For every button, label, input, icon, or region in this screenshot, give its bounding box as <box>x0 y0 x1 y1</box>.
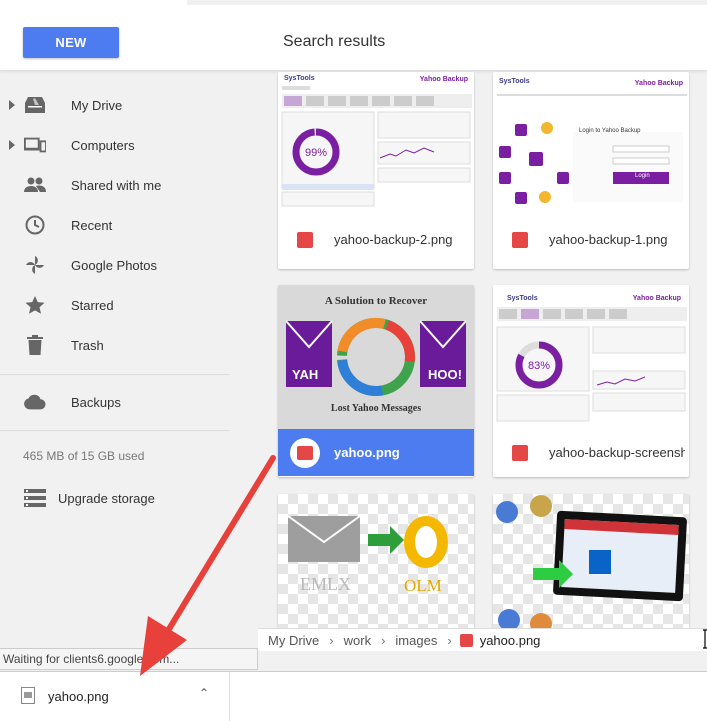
image-icon <box>512 444 528 461</box>
login-button: Login <box>635 173 650 179</box>
file-thumbnail: SysTools Yahoo Backup 83% <box>493 285 689 429</box>
download-shelf: yahoo.png ⌃ <box>0 671 707 721</box>
divider <box>0 430 230 431</box>
file-icon <box>21 687 35 704</box>
systools-logo: SysTools <box>499 78 530 85</box>
thumbnail-headline: A Solution to Recover <box>324 295 428 307</box>
breadcrumb-item[interactable]: images <box>395 633 437 648</box>
download-file-name: yahoo.png <box>48 689 109 704</box>
file-caption: yahoo-backup-2.png <box>278 216 474 263</box>
star-icon <box>24 294 46 316</box>
upgrade-storage-label: Upgrade storage <box>58 490 155 506</box>
sidebar-item-label: Recent <box>71 217 113 233</box>
file-caption: yahoo-backup-screenshot.png <box>493 429 689 476</box>
sidebar-item-label: Starred <box>71 297 114 313</box>
file-name: yahoo-backup-1.png <box>549 232 668 247</box>
breadcrumb: My Drive › work › images › yahoo.png <box>258 628 707 651</box>
chevron-right-icon: › <box>381 632 386 648</box>
file-card[interactable]: SysTools Yahoo Backup 99% yahoo-backup-2… <box>278 72 474 269</box>
systools-logo: SysTools <box>284 75 315 82</box>
olm-label: OLM <box>404 576 442 595</box>
file-thumbnail: EMLX OLM <box>278 494 474 638</box>
app-title: Yahoo Backup <box>634 80 683 87</box>
divider <box>0 374 230 375</box>
file-name: yahoo-backup-screenshot.png <box>549 445 685 460</box>
search-bar-edge <box>187 0 707 5</box>
file-card[interactable]: SysTools Yahoo Backup 83% yahoo-backup-s… <box>493 285 689 477</box>
sidebar: My Drive Computers Shared with me Recent… <box>0 70 248 650</box>
image-icon <box>290 437 320 468</box>
sidebar-item-shared-with-me[interactable]: Shared with me <box>0 165 248 205</box>
systools-logo: SysTools <box>507 295 538 302</box>
expand-arrow-icon[interactable] <box>9 100 15 110</box>
expand-arrow-icon[interactable] <box>9 140 15 150</box>
login-heading: Login to Yahoo Backup <box>579 128 641 134</box>
cloud-icon <box>24 391 46 413</box>
file-name: yahoo-backup-2.png <box>334 232 453 247</box>
sidebar-item-google-photos[interactable]: Google Photos <box>0 245 248 285</box>
breadcrumb-item[interactable]: My Drive <box>268 633 319 648</box>
sidebar-item-trash[interactable]: Trash <box>0 325 248 365</box>
sidebar-item-starred[interactable]: Starred <box>0 285 248 325</box>
pinwheel-icon <box>24 254 46 276</box>
file-card[interactable]: EMLX OLM <box>278 494 474 650</box>
yahoo-left-text: YAH <box>292 367 319 382</box>
breadcrumb-item[interactable]: work <box>344 633 371 648</box>
app-title: Yahoo Backup <box>419 76 468 83</box>
chevron-up-icon[interactable]: ⌃ <box>199 686 209 700</box>
sidebar-item-label: Google Photos <box>71 257 158 273</box>
file-thumbnail: SysTools Yahoo Backup Login to Yahoo Bac… <box>493 72 689 216</box>
file-name: yahoo.png <box>334 445 400 460</box>
page-title: Search results <box>283 33 386 50</box>
yahoo-right-text: HOO! <box>428 367 462 382</box>
sidebar-item-label: Computers <box>71 137 135 153</box>
chevron-right-icon: › <box>329 632 334 648</box>
file-caption: yahoo.png <box>278 429 474 476</box>
storage-icon <box>24 489 46 512</box>
sidebar-item-my-drive[interactable]: My Drive <box>0 85 248 125</box>
image-icon <box>512 231 528 248</box>
emlx-label: EMLX <box>300 574 351 594</box>
drive-icon <box>24 94 46 116</box>
file-thumbnail: SysTools Yahoo Backup 99% <box>278 72 474 216</box>
computer-icon <box>24 134 46 156</box>
storage-quota: 465 MB of 15 GB used <box>23 449 145 463</box>
file-card[interactable]: SysTools Yahoo Backup Login to Yahoo Bac… <box>493 72 689 269</box>
progress-percent: 99% <box>305 147 328 159</box>
file-card-selected[interactable]: A Solution to Recover YAH HOO! Lost Yaho… <box>278 285 474 477</box>
thumbnail-subline: Lost Yahoo Messages <box>330 403 422 414</box>
sidebar-item-backups[interactable]: Backups <box>0 382 248 422</box>
upgrade-storage-link[interactable]: Upgrade storage <box>0 486 230 510</box>
sidebar-item-label: My Drive <box>71 97 123 113</box>
status-bar: Waiting for clients6.google.com... <box>0 648 258 670</box>
trash-icon <box>24 334 46 356</box>
chevron-right-icon: › <box>447 632 452 648</box>
file-grid: SysTools Yahoo Backup 99% yahoo-backup-2… <box>276 70 707 650</box>
sidebar-item-label: Backups <box>71 394 121 410</box>
sidebar-item-label: Shared with me <box>71 177 162 193</box>
file-caption: yahoo-backup-1.png <box>493 216 689 263</box>
file-thumbnail <box>493 494 689 638</box>
status-text: Waiting for clients6.google.com... <box>3 652 180 666</box>
sidebar-item-recent[interactable]: Recent <box>0 205 248 245</box>
breadcrumb-current: yahoo.png <box>479 632 541 648</box>
file-thumbnail: A Solution to Recover YAH HOO! Lost Yaho… <box>278 285 474 429</box>
progress-percent: 83% <box>528 360 551 372</box>
clock-icon <box>24 214 46 236</box>
sidebar-item-computers[interactable]: Computers <box>0 125 248 165</box>
download-item[interactable]: yahoo.png ⌃ <box>0 672 230 721</box>
people-icon <box>24 174 46 196</box>
text-cursor-icon <box>703 629 707 649</box>
sidebar-item-label: Trash <box>71 337 104 353</box>
image-icon <box>459 633 473 647</box>
app-title: Yahoo Backup <box>632 295 681 302</box>
new-button[interactable]: NEW <box>23 27 119 58</box>
file-card[interactable] <box>493 494 689 650</box>
image-icon <box>297 231 313 248</box>
